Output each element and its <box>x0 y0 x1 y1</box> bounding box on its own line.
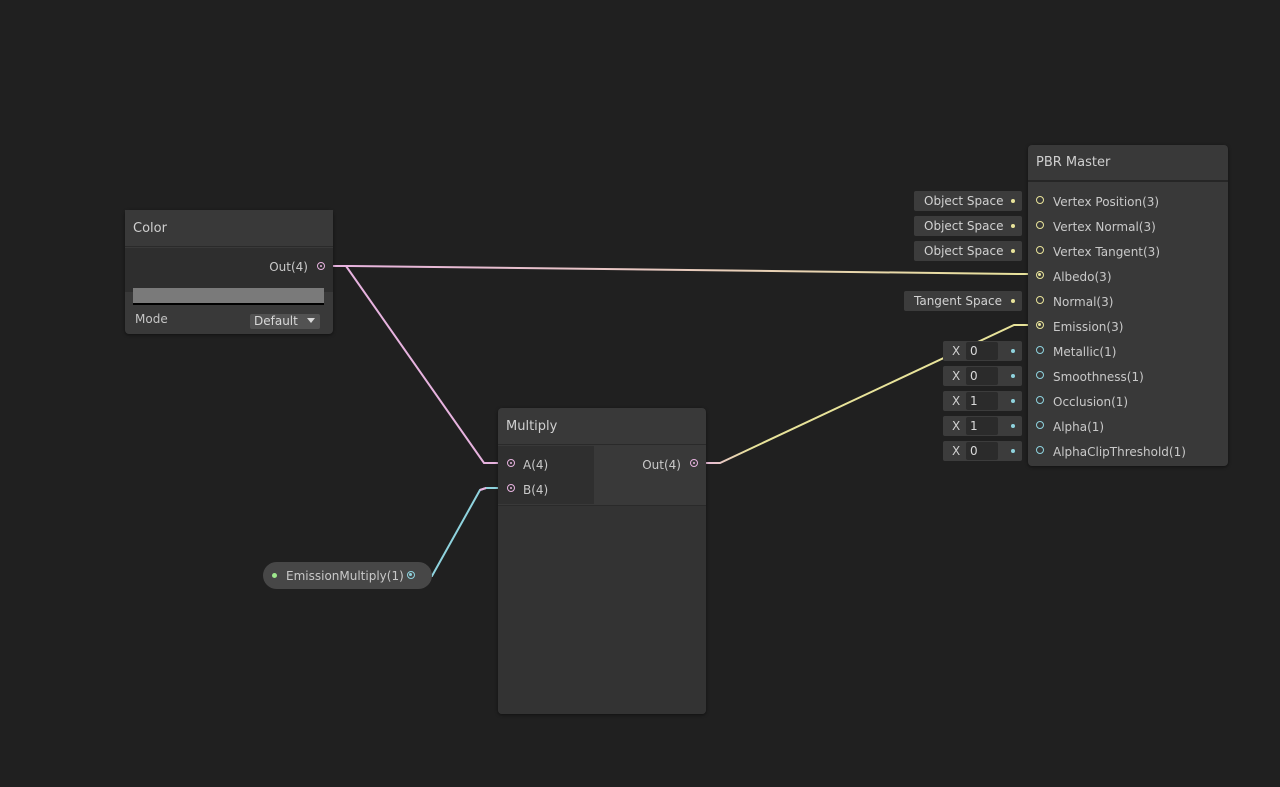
field-value: Tangent Space <box>914 294 1002 308</box>
slot-label-normal: Normal(3) <box>1053 295 1114 309</box>
chevron-down-icon <box>307 318 315 323</box>
wire-segment <box>479 487 487 491</box>
multiply-node[interactable]: Multiply A(4) B(4) Out(4) <box>498 408 706 714</box>
input-label-b: B(4) <box>523 483 549 497</box>
connector-dot <box>1011 199 1015 203</box>
mode-label: Mode <box>135 312 168 326</box>
property-indicator-icon <box>272 573 277 578</box>
output-label: Out(4) <box>642 458 681 472</box>
slot-label-vertex-normal: Vertex Normal(3) <box>1053 220 1156 234</box>
axis-label: X <box>952 444 961 458</box>
occlusion-port-icon[interactable] <box>1036 396 1044 404</box>
mode-value: Default <box>254 314 298 328</box>
axis-label: X <box>952 419 961 433</box>
smoothness-port-icon[interactable] <box>1036 371 1044 379</box>
field-value: Object Space <box>924 219 1004 233</box>
output-port-icon[interactable] <box>317 262 325 270</box>
slot-label-occlusion: Occlusion(1) <box>1053 395 1129 409</box>
slot-label-emission: Emission(3) <box>1053 320 1124 334</box>
slot-label-smoothness: Smoothness(1) <box>1053 370 1144 384</box>
output-ports: Out(4) <box>595 446 706 504</box>
axis-label: X <box>952 344 961 358</box>
albedo-port-icon[interactable] <box>1036 271 1044 279</box>
connector-dot <box>1011 349 1015 353</box>
vertex-position-port-icon[interactable] <box>1036 196 1044 204</box>
color-node[interactable]: Color Out(4) Mode Default <box>125 210 333 334</box>
wire-property-to-multiply-b <box>411 487 510 577</box>
output-port-icon[interactable] <box>690 459 698 467</box>
normal-space-field[interactable]: Tangent Space <box>904 291 1022 311</box>
connector-dot <box>1011 399 1015 403</box>
slot-label-alpha: Alpha(1) <box>1053 420 1105 434</box>
alpha-clip-port-icon[interactable] <box>1036 446 1044 454</box>
axis-label: X <box>952 369 961 383</box>
input-label-a: A(4) <box>523 458 549 472</box>
input-ports: A(4) B(4) <box>498 446 594 504</box>
slot-label-vertex-tangent: Vertex Tangent(3) <box>1053 245 1160 259</box>
connector-dot <box>1011 374 1015 378</box>
emission-port-icon[interactable] <box>1036 321 1044 329</box>
property-node-emission-multiply[interactable]: EmissionMultiply(1) <box>263 562 432 589</box>
value-input[interactable]: 0 <box>966 342 998 360</box>
value-input[interactable]: 0 <box>966 367 998 385</box>
vertex-tangent-space-field[interactable]: Object Space <box>914 241 1022 261</box>
connector-dot <box>1011 299 1015 303</box>
value-input[interactable]: 0 <box>966 442 998 460</box>
normal-port-icon[interactable] <box>1036 296 1044 304</box>
connector-dot <box>1011 224 1015 228</box>
alpha-port-icon[interactable] <box>1036 421 1044 429</box>
field-value: Object Space <box>924 244 1004 258</box>
value-input[interactable]: 1 <box>966 417 998 435</box>
node-title[interactable]: Color <box>125 210 333 247</box>
vertex-position-space-field[interactable]: Object Space <box>914 191 1022 211</box>
vertex-normal-port-icon[interactable] <box>1036 221 1044 229</box>
node-title[interactable]: PBR Master <box>1028 145 1228 182</box>
vertex-normal-space-field[interactable]: Object Space <box>914 216 1022 236</box>
property-label: EmissionMultiply(1) <box>286 569 404 583</box>
vertex-tangent-port-icon[interactable] <box>1036 246 1044 254</box>
slot-label-vertex-position: Vertex Position(3) <box>1053 195 1160 209</box>
value-input[interactable]: 1 <box>966 392 998 410</box>
input-port-b-icon[interactable] <box>507 484 515 492</box>
output-row: Out(4) <box>125 248 333 292</box>
pbr-master-node[interactable]: PBR Master Vertex Position(3) Vertex Nor… <box>1028 145 1228 466</box>
field-value: Object Space <box>924 194 1004 208</box>
slot-label-metallic: Metallic(1) <box>1053 345 1117 359</box>
mode-dropdown[interactable]: Default <box>250 314 320 329</box>
slot-label-alpha-clip: AlphaClipThreshold(1) <box>1053 445 1186 459</box>
node-title[interactable]: Multiply <box>498 408 706 445</box>
connector-dot <box>1011 249 1015 253</box>
wire-color-to-multiply-a <box>324 265 510 464</box>
preview-area <box>498 505 706 714</box>
axis-label: X <box>952 394 961 408</box>
wire-color-to-albedo <box>324 265 1040 275</box>
output-label: Out(4) <box>269 260 308 274</box>
color-swatch[interactable] <box>133 288 324 305</box>
slot-label-albedo: Albedo(3) <box>1053 270 1112 284</box>
connector-dot <box>1011 424 1015 428</box>
connector-dot <box>1011 449 1015 453</box>
input-port-a-icon[interactable] <box>507 459 515 467</box>
output-port-icon[interactable] <box>407 571 415 579</box>
metallic-port-icon[interactable] <box>1036 346 1044 354</box>
